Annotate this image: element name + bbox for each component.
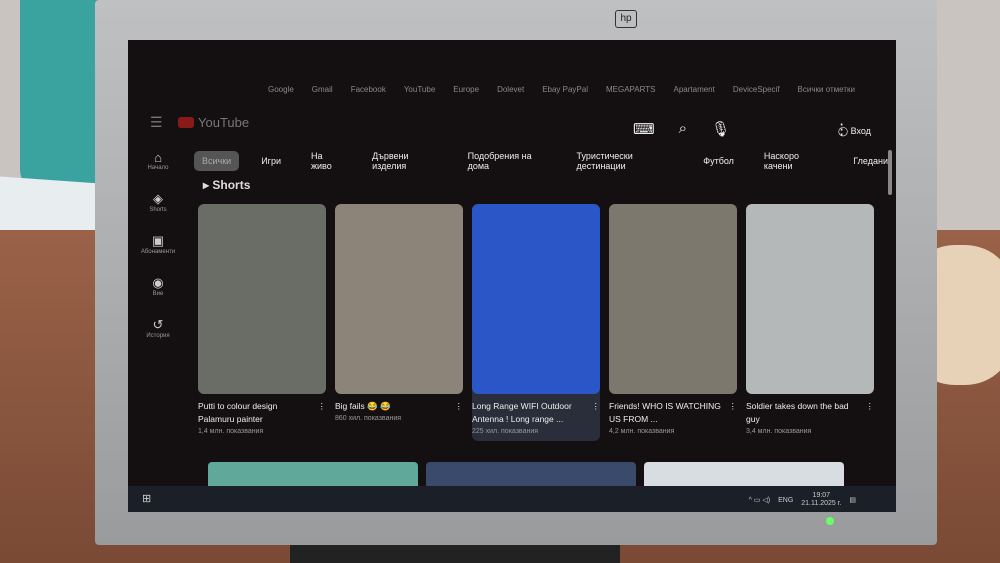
sidebar-item[interactable]: ◈ Shorts [138,191,178,213]
mic-icon[interactable]: 🎙 [711,120,730,138]
sidebar-icon: ◉ [152,275,164,290]
youtube-logo[interactable]: YouTube [178,115,249,130]
notifications-icon[interactable]: ▤ [849,496,856,504]
tray-icons[interactable]: ^ ▭ ◁) [749,496,771,504]
clock[interactable]: 19:07 21.11.2025 г. [801,492,841,508]
short-views: 225 хил. показвания [472,428,539,435]
more-options-icon[interactable]: ⋮ [318,400,327,413]
bookmark-item[interactable]: DeviceSpecif [733,85,780,94]
sidebar-icon: ◈ [153,191,163,206]
teal-cloth [20,0,100,190]
filter-chip[interactable]: Наскоро качени [756,146,831,176]
sidebar-label: Shorts [149,207,167,213]
short-title[interactable]: Putti to colour design Palamuru painter ⋮ [198,400,326,426]
language-indicator[interactable]: ENG [778,497,793,504]
bookmark-item[interactable]: Facebook [351,85,386,94]
short-views: 4,2 млн. показвания [609,428,675,435]
short-card[interactable]: Long Range WIFI Outdoor Antenna ! Long r… [472,204,600,441]
short-title-text: Putti to colour design Palamuru painter [198,401,278,424]
short-title[interactable]: Soldier takes down the bad guy ⋮ [746,400,874,426]
power-led [826,517,834,525]
sidebar-label: Абонаменти [140,249,176,255]
bookmark-item[interactable]: Europe [453,85,479,94]
short-thumbnail[interactable] [746,204,874,394]
short-views: 1,4 млн. показвания [198,428,264,435]
short-title-text: Soldier takes down the bad guy [746,401,849,424]
short-card[interactable]: Soldier takes down the bad guy ⋮ 3,4 млн. … [746,204,874,441]
filter-chip[interactable]: Игри [253,151,289,171]
login-button[interactable]: ◯ Вход [838,126,871,137]
bookmark-item[interactable]: Всички отметки [798,85,855,94]
chip-bar: Всички Игри На живо Дървени изделия Подобрен… [194,146,896,176]
sidebar-icon: ▣ [151,233,165,248]
more-options-icon[interactable]: ⋮ [455,400,464,413]
search-icon[interactable]: ⌕ [679,120,687,138]
more-options-icon[interactable]: ⋮ [592,400,601,413]
filter-chip[interactable]: Всички [194,151,240,171]
bookmarks-bar: Google Gmail Facebook YouTube Europe Dolevet E… [268,85,855,94]
sidebar-icon: ⌂ [154,150,162,165]
filter-chip[interactable]: Футбол [695,151,742,171]
short-views: 3,4 млн. показвания [746,428,812,435]
bookmark-item[interactable]: Gmail [312,85,333,94]
taskbar: ⊞ ^ ▭ ◁) ENG 19:07 21.11.2025 г. ▤ [128,486,896,512]
short-card[interactable]: Putti to colour design Palamuru painter ⋮… [198,204,326,441]
bookmark-item[interactable]: Dolevet [497,85,524,94]
filter-chip[interactable]: На живо [303,146,350,176]
sidebar-icon: ↺ [152,317,164,332]
youtube-play-icon [178,117,194,128]
sidebar-item[interactable]: ⌂ Начало [138,150,178,171]
short-thumbnail[interactable] [609,204,737,394]
hp-logo-icon: hp [615,10,637,28]
bookmark-item[interactable]: Google [268,85,294,94]
bookmark-item[interactable]: MEGAPARTS [606,85,656,94]
scrollbar[interactable] [888,150,892,195]
filter-chip[interactable]: Дървени изделия [364,146,445,176]
sidebar-label: История [146,333,170,339]
filter-chip[interactable]: Туристически дестинации [569,146,682,176]
menu-icon[interactable]: ☰ [150,114,163,131]
sidebar: ⌂ Начало ◈ Shorts ▣ Абонаменти ◉ Вие ↺ История [138,150,178,339]
more-options-icon[interactable]: ⋮ [866,400,875,413]
sidebar-label: Вие [152,291,164,297]
short-title[interactable]: Friends! WHO IS WATCHING US FROM ... ⋮ [609,400,737,426]
short-thumbnail[interactable] [472,204,600,394]
short-card[interactable]: Friends! WHO IS WATCHING US FROM ... ⋮ 4,2… [609,204,737,441]
sidebar-item[interactable]: ↺ История [138,317,178,339]
more-options-icon[interactable]: ⋮ [729,400,738,413]
bookmark-item[interactable]: Ebay PayPal [542,85,588,94]
windows-start-icon[interactable]: ⊞ [142,492,151,505]
sidebar-item[interactable]: ◉ Вие [138,275,178,297]
short-thumbnail[interactable] [198,204,326,394]
bookmark-item[interactable]: YouTube [404,85,435,94]
sidebar-label: Начало [147,165,169,171]
short-title-text: Long Range WIFI Outdoor Antenna ! Long r… [472,401,572,424]
filter-chip[interactable]: Подобрения на дома [460,146,555,176]
keyboard-icon[interactable]: ⌨ [633,120,655,138]
short-title[interactable]: Long Range WIFI Outdoor Antenna ! Long r… [472,400,600,426]
short-title[interactable]: Big fails 😂 😂 ⋮ [335,400,463,413]
shorts-heading: ▸ Shorts [203,178,251,192]
screen: Google Gmail Facebook YouTube Europe Dolevet E… [128,40,896,512]
short-title-text: Big fails 😂 😂 [335,401,391,411]
sidebar-item[interactable]: ▣ Абонаменти [138,233,178,255]
short-title-text: Friends! WHO IS WATCHING US FROM ... [609,401,721,424]
short-card[interactable]: Big fails 😂 😂 ⋮ 860 хил. показвания [335,204,463,441]
shorts-grid: Putti to colour design Palamuru painter ⋮… [198,204,874,441]
short-thumbnail[interactable] [335,204,463,394]
short-views: 860 хил. показвания [335,415,402,422]
bookmark-item[interactable]: Apartament [674,85,715,94]
